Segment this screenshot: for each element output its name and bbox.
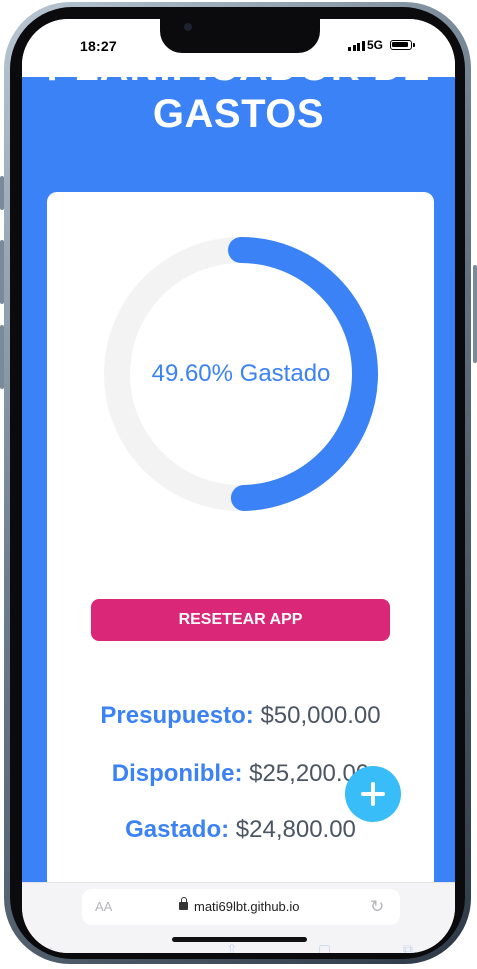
lock-icon [179,897,188,910]
volume-down-button [0,325,4,389]
url-text: mati69lbt.github.io [194,899,300,914]
reset-app-button[interactable]: Resetear App [91,599,390,641]
add-expense-button[interactable] [345,766,401,822]
header-title-cut: PLANIFICADOR DE [22,77,455,89]
browser-bar: AA mati69lbt.github.io ↻ ‹ ⇧ ▢ ⧉ [22,882,455,953]
available-label: Disponible: [111,760,243,787]
signal-icon [348,41,365,51]
tabs-icon[interactable]: ⧉ [403,941,413,953]
budget-value: $50,000.00 [260,702,381,729]
home-indicator [172,937,307,942]
share-icon[interactable]: ⇧ [226,941,238,953]
battery-icon [390,40,415,50]
web-page: PLANIFICADOR DE GASTOS 49.60% Gastado Re… [22,77,455,882]
budget-stat: Presupuesto: $50,000.00 [47,702,434,730]
volume-up-button [0,240,4,304]
phone-screen: 18:27 5G PLANIFICADOR DE GASTOS 49.60% G… [22,19,455,953]
address-bar[interactable]: AA mati69lbt.github.io ↻ [82,889,400,925]
spent-value: $24,800.00 [235,816,356,843]
progress-ring: 49.60% Gastado [102,235,380,513]
front-camera [184,23,192,31]
budget-label: Presupuesto: [100,702,254,729]
back-icon[interactable]: ‹ [48,941,53,953]
status-time: 18:27 [80,38,117,54]
spent-label: Gastado: [125,816,230,843]
reload-icon[interactable]: ↻ [370,897,384,917]
network-type: 5G [367,38,384,52]
progress-label: 49.60% Gastado [151,360,331,387]
mute-switch [0,176,4,210]
status-bar: 18:27 5G [22,19,455,77]
page-title: GASTOS [152,92,325,136]
text-size-button[interactable]: AA [95,899,112,914]
power-button [473,265,477,363]
notch [160,19,320,53]
bookmarks-icon[interactable]: ▢ [318,941,331,953]
